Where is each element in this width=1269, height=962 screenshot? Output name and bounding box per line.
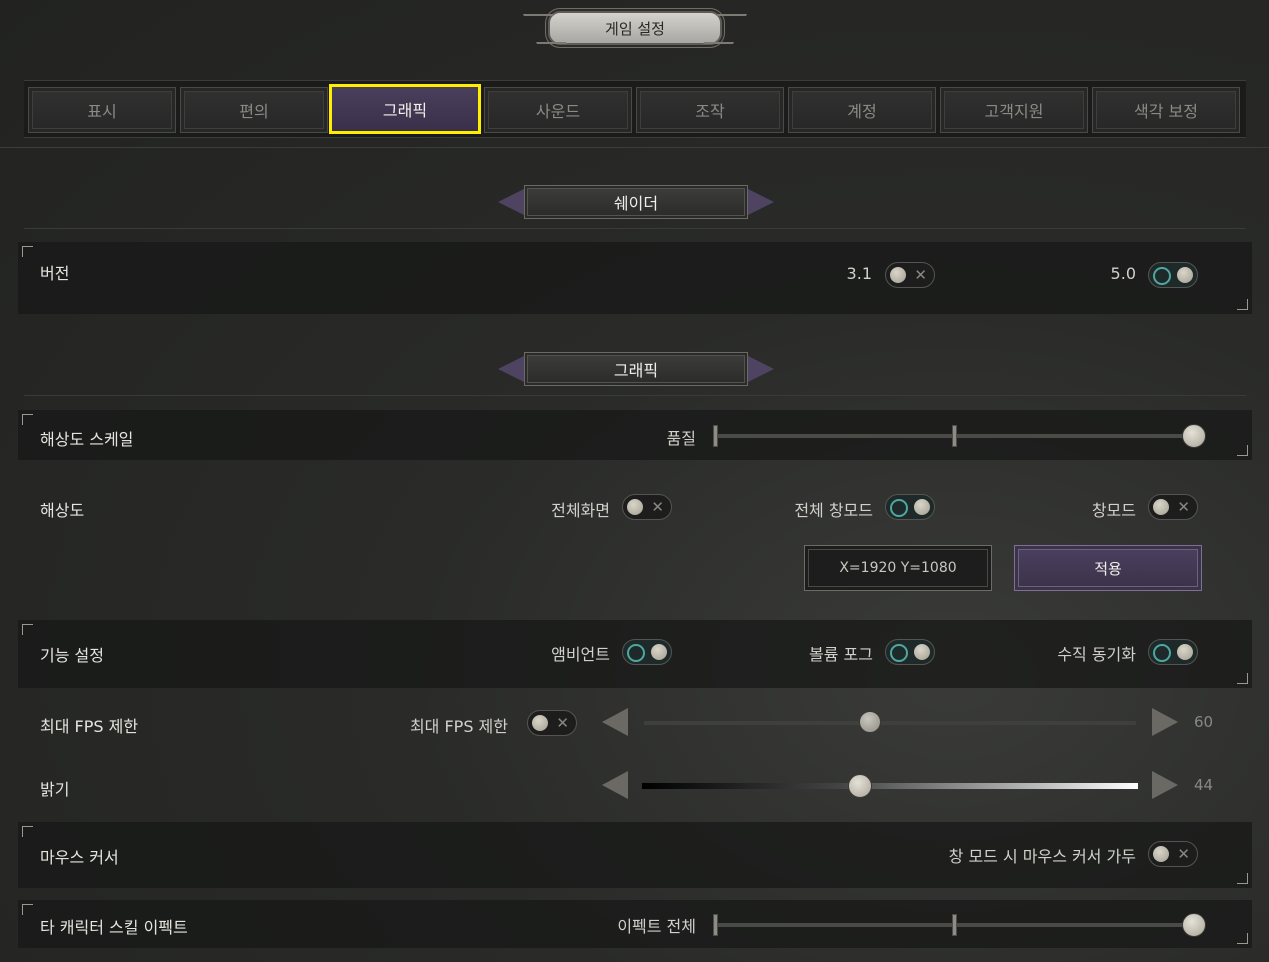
fps-limit-toggle-label: 최대 FPS 제한 [409,717,508,736]
brightness-label: 밝기 [40,780,70,799]
windowed-label: 창모드 [1091,501,1136,520]
brightness-decrease-arrow-icon[interactable] [602,771,628,799]
section-header-shader: 쉐이더 [496,185,776,219]
slider-tick [952,914,957,936]
fullscreen-label: 전체화면 [551,501,610,520]
fps-value: 60 [1194,713,1214,731]
tab-bar: 표시 편의 그래픽 사운드 조작 계정 고객지원 색각 보정 [24,80,1246,138]
borderless-label: 전체 창모드 [794,501,873,520]
mouse-cursor-option-label: 창 모드 시 마우스 커서 가두 [948,847,1136,866]
feature-settings-label: 기능 설정 [40,646,104,665]
corner-ornament [1237,873,1248,884]
window-title-plate: 게임 설정 [523,8,747,48]
brightness-slider-knob[interactable] [848,774,873,798]
mouse-cursor-toggle[interactable]: ✕ [1148,841,1198,867]
tab-color-correction[interactable]: 색각 보정 [1092,87,1240,133]
ornament-right-icon [748,356,774,382]
divider [0,147,1269,148]
brightness-slider-track[interactable] [642,783,1138,789]
corner-ornament [1237,445,1248,456]
resolution-scale-label: 해상도 스케일 [40,430,134,449]
corner-ornament [22,904,33,915]
window-title: 게임 설정 [548,11,722,45]
tab-sound[interactable]: 사운드 [484,87,632,133]
corner-ornament [22,624,33,635]
tab-account[interactable]: 계정 [788,87,936,133]
version-option-label: 5.0 [1110,264,1136,283]
brightness-increase-arrow-icon[interactable] [1152,771,1178,799]
fps-limit-label: 최대 FPS 제한 [40,717,139,736]
fps-increase-arrow-icon[interactable] [1152,708,1178,736]
skill-effects-mode-label: 이펙트 전체 [617,917,696,936]
mouse-cursor-label: 마우스 커서 [40,848,119,867]
slider-tick [713,425,718,447]
ornament-left-icon [498,356,524,382]
resolution-label: 해상도 [40,501,85,520]
resolution-scale-slider-knob[interactable] [1182,424,1206,448]
row-version [18,242,1252,314]
divider [24,395,1246,396]
vsync-toggle[interactable] [1148,639,1198,665]
ambient-toggle[interactable] [622,639,672,665]
version-label: 버전 [40,264,70,283]
volume-fog-label: 볼륨 포그 [809,645,873,664]
version-3-1-toggle[interactable]: ✕ [885,262,935,288]
vsync-label: 수직 동기화 [1057,645,1136,664]
corner-ornament [22,246,33,257]
tab-display[interactable]: 표시 [28,87,176,133]
fps-limit-toggle[interactable]: ✕ [527,710,577,736]
ornament-right-icon [748,189,774,215]
windowed-toggle[interactable]: ✕ [1148,494,1198,520]
borderless-toggle[interactable] [885,494,935,520]
corner-ornament [1237,673,1248,684]
tab-convenience[interactable]: 편의 [180,87,328,133]
divider [24,228,1246,229]
corner-ornament [1237,933,1248,944]
fps-decrease-arrow-icon[interactable] [602,708,628,736]
fullscreen-toggle[interactable]: ✕ [622,494,672,520]
version-option-label: 3.1 [846,264,872,283]
slider-tick [952,425,957,447]
ambient-label: 앰비언트 [551,645,610,664]
version-5-0-toggle[interactable] [1148,262,1198,288]
section-header-graphics: 그래픽 [496,352,776,386]
corner-ornament [1237,299,1248,310]
apply-button[interactable]: 적용 [1014,545,1202,591]
corner-ornament [22,414,33,425]
resolution-dropdown[interactable]: X=1920 Y=1080 [804,545,992,591]
fps-slider-track[interactable] [644,721,1136,725]
corner-ornament [22,826,33,837]
section-title: 그래픽 [524,352,748,386]
tab-support[interactable]: 고객지원 [940,87,1088,133]
volume-fog-toggle[interactable] [885,639,935,665]
tab-graphics[interactable]: 그래픽 [329,84,481,134]
section-title: 쉐이더 [524,185,748,219]
fps-slider-knob[interactable] [859,711,882,733]
ornament-left-icon [498,189,524,215]
skill-effects-slider-knob[interactable] [1182,913,1206,937]
brightness-value: 44 [1194,776,1214,794]
tab-controls[interactable]: 조작 [636,87,784,133]
skill-effects-label: 타 캐릭터 스킬 이펙트 [40,918,188,937]
resolution-scale-mode-label: 품질 [666,429,696,448]
slider-tick [713,914,718,936]
